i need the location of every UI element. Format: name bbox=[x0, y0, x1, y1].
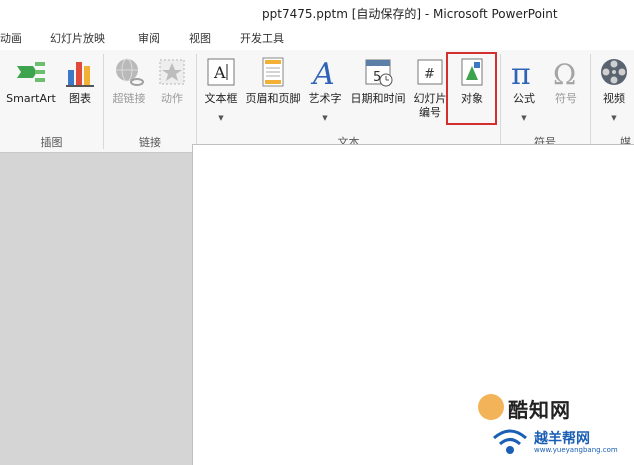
smartart-label: SmartArt bbox=[6, 92, 56, 105]
tab-view[interactable]: 视图 bbox=[189, 30, 211, 46]
omega-icon: Ω bbox=[553, 58, 576, 88]
action-button[interactable]: 动作 bbox=[152, 52, 192, 132]
watermark-text: 越羊帮网 bbox=[534, 431, 590, 447]
chevron-down-icon[interactable]: ▼ bbox=[521, 114, 526, 122]
video-button[interactable]: 视频 ▼ bbox=[594, 52, 634, 132]
chevron-down-icon[interactable]: ▼ bbox=[322, 114, 327, 122]
watermark-kuzhi: 酷知网 bbox=[478, 392, 628, 422]
textbox-button[interactable]: A 文本框 ▼ bbox=[200, 52, 242, 132]
video-label: 视频 bbox=[603, 92, 625, 105]
chevron-down-icon[interactable]: ▼ bbox=[218, 114, 223, 122]
action-star-icon bbox=[159, 59, 185, 85]
equation-label: 公式 bbox=[513, 92, 535, 105]
pi-icon: π bbox=[511, 57, 531, 88]
tab-slideshow[interactable]: 幻灯片放映 bbox=[50, 30, 105, 46]
calendar-icon: 5 bbox=[365, 59, 393, 87]
film-reel-icon bbox=[601, 59, 627, 85]
textbox-label: 文本框 bbox=[204, 92, 238, 105]
group-label-links: 链接 bbox=[139, 136, 161, 149]
highlight-box bbox=[446, 52, 497, 125]
symbol-label: 符号 bbox=[555, 92, 577, 105]
slide-number-button[interactable]: # 幻灯片 编号 bbox=[410, 52, 450, 132]
textbox-icon: A bbox=[207, 58, 235, 86]
wordart-icon: A bbox=[310, 57, 335, 88]
hyperlink-label: 超链接 bbox=[112, 92, 146, 105]
ribbon: SmartArt 图表 插图 超链接 动作 链接 A 文本框 ▼ 页眉和页脚 A… bbox=[0, 50, 634, 153]
svg-text:π: π bbox=[511, 57, 531, 88]
datetime-button[interactable]: 5 日期和时间 bbox=[346, 52, 410, 132]
globe-link-icon bbox=[116, 58, 144, 86]
header-footer-label: 页眉和页脚 bbox=[245, 92, 301, 105]
header-footer-button[interactable]: 页眉和页脚 bbox=[244, 52, 302, 132]
tab-animations[interactable]: 动画 bbox=[0, 30, 22, 46]
group-separator bbox=[590, 54, 591, 149]
svg-text:A: A bbox=[213, 63, 226, 82]
chevron-down-icon[interactable]: ▼ bbox=[611, 114, 616, 122]
chart-button[interactable]: 图表 bbox=[60, 52, 100, 132]
equation-button[interactable]: π 公式 ▼ bbox=[504, 52, 544, 132]
window-title: ppt7475.pptm [自动保存的] - Microsoft PowerPo… bbox=[262, 7, 558, 21]
chart-icon bbox=[66, 62, 94, 87]
hyperlink-button[interactable]: 超链接 bbox=[108, 52, 150, 132]
smartart-button[interactable]: SmartArt bbox=[2, 52, 60, 132]
tab-developer[interactable]: 开发工具 bbox=[240, 30, 284, 46]
symbol-button[interactable]: Ω 符号 bbox=[546, 52, 586, 132]
tab-review[interactable]: 审阅 bbox=[138, 30, 160, 46]
brand-logo-icon bbox=[478, 394, 504, 420]
wifi-logo-icon bbox=[493, 429, 527, 454]
svg-text:#: # bbox=[424, 67, 435, 82]
slide-number-icon: # bbox=[417, 59, 443, 85]
svg-text:Ω: Ω bbox=[553, 58, 576, 88]
wordart-label: 艺术字 bbox=[308, 92, 342, 105]
title-bar: ppt7475.pptm [自动保存的] - Microsoft PowerPo… bbox=[0, 0, 634, 24]
datetime-label: 日期和时间 bbox=[350, 92, 406, 105]
ribbon-tab-bar: 动画 幻灯片放映 审阅 视图 开发工具 bbox=[0, 24, 634, 51]
slide-number-label-line1: 幻灯片 bbox=[413, 92, 447, 105]
wordart-button[interactable]: A 艺术字 ▼ bbox=[304, 52, 346, 132]
watermark-url: www.yueyangbang.com bbox=[534, 446, 618, 454]
action-label: 动作 bbox=[161, 92, 183, 105]
svg-text:A: A bbox=[310, 57, 335, 88]
watermark-yueyangbang: 越羊帮网 www.yueyangbang.com bbox=[490, 422, 634, 462]
watermark-text: 酷知网 bbox=[508, 398, 571, 422]
header-footer-icon bbox=[262, 57, 284, 87]
chart-label: 图表 bbox=[69, 92, 91, 105]
slide-number-label-line2: 编号 bbox=[419, 106, 441, 119]
group-label-illustrations: 插图 bbox=[40, 136, 63, 149]
smartart-icon bbox=[17, 62, 45, 82]
